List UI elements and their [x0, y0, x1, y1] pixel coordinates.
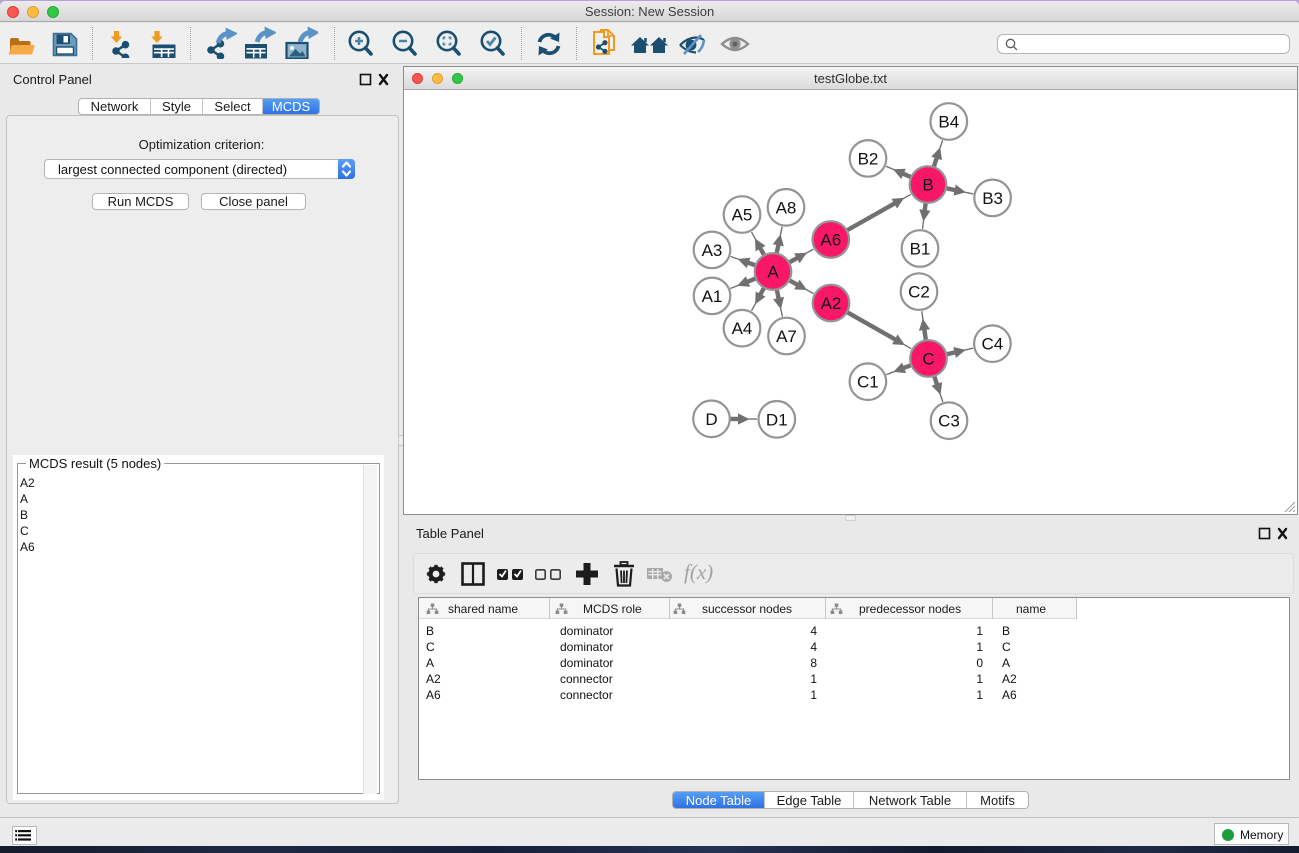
svg-text:A7: A7 — [776, 327, 797, 346]
svg-text:B1: B1 — [910, 240, 931, 259]
svg-text:A6: A6 — [820, 231, 841, 250]
svg-text:A2: A2 — [821, 294, 842, 313]
svg-text:A4: A4 — [732, 319, 753, 338]
svg-text:B: B — [922, 176, 933, 195]
svg-text:C4: C4 — [982, 335, 1004, 354]
svg-text:B2: B2 — [858, 149, 879, 168]
svg-text:D1: D1 — [766, 410, 788, 429]
svg-text:C: C — [922, 350, 934, 369]
svg-text:C2: C2 — [908, 283, 930, 302]
svg-text:D: D — [705, 410, 717, 429]
svg-text:A1: A1 — [702, 287, 723, 306]
svg-text:A3: A3 — [702, 241, 723, 260]
svg-text:C1: C1 — [857, 373, 879, 392]
svg-text:A8: A8 — [776, 198, 797, 217]
svg-text:A5: A5 — [732, 206, 753, 225]
svg-text:A: A — [767, 263, 779, 282]
svg-text:B4: B4 — [938, 113, 959, 132]
svg-text:B3: B3 — [982, 189, 1003, 208]
svg-text:C3: C3 — [938, 412, 960, 431]
